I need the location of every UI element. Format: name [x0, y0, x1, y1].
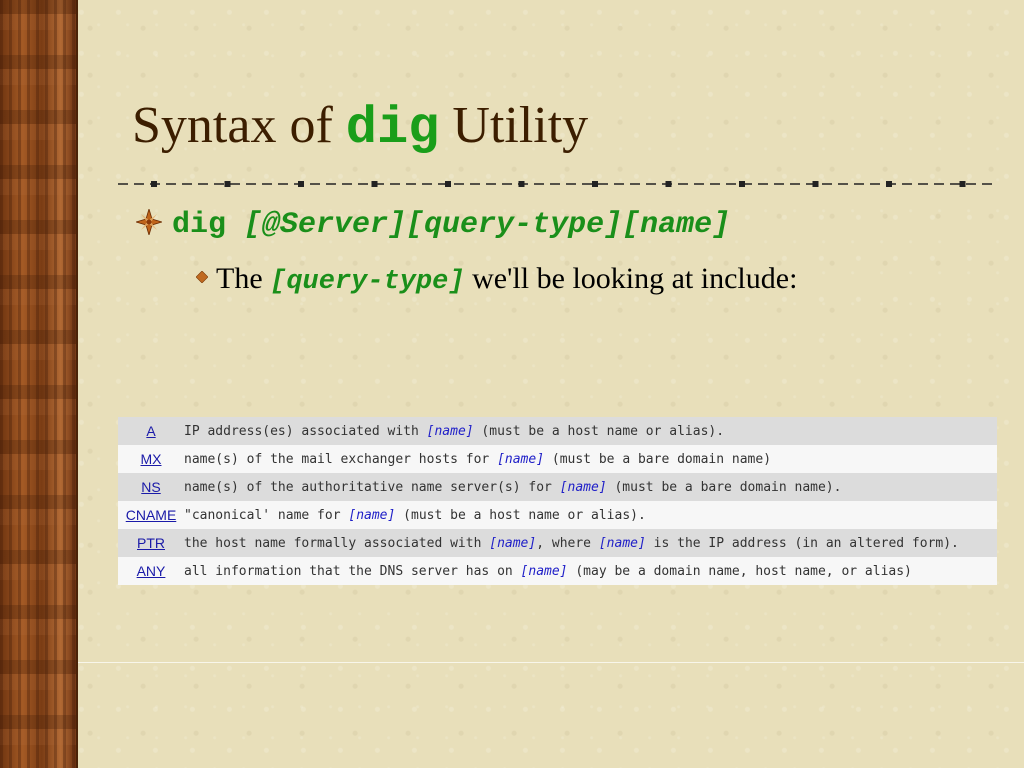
divider-marker	[665, 181, 672, 187]
query-type-link-ns[interactable]: NS	[141, 479, 160, 495]
diamond-bullet-icon	[196, 271, 208, 283]
name-reference: [name]	[497, 451, 545, 467]
description-text: IP address(es) associated with	[184, 423, 427, 439]
title-divider	[118, 181, 994, 187]
query-type-link-ptr[interactable]: PTR	[137, 535, 165, 551]
divider-marker	[592, 181, 598, 187]
description-text: (must be a bare domain name).	[606, 479, 842, 495]
divider-marker	[445, 181, 451, 187]
query-type-link-any[interactable]: ANY	[137, 563, 166, 579]
bullet-query-type: The [query-type] we'll be looking at inc…	[196, 262, 797, 297]
query-type-code: [query-type]	[270, 267, 465, 297]
query-type-link-mx[interactable]: MX	[141, 451, 162, 467]
description-text: , where	[536, 535, 599, 551]
divider-marker	[812, 181, 819, 187]
query-types-table: A IP address(es) associated with [name] (…	[118, 417, 997, 585]
title-prefix: Syntax of	[132, 97, 346, 154]
footer-divider	[78, 662, 1024, 663]
description-cell: the host name formally associated with […	[184, 529, 997, 557]
name-reference: [name]	[348, 507, 396, 523]
description-text: (must be a host name or alias).	[473, 423, 725, 439]
divider-marker	[371, 181, 378, 187]
table-row: MX name(s) of the mail exchanger hosts fo…	[118, 445, 997, 473]
wood-border	[0, 0, 78, 768]
divider-marker	[886, 181, 892, 187]
bullet2-suffix: we'll be looking at include:	[464, 262, 798, 295]
description-cell: "canonical' name for [name] (must be a h…	[184, 501, 997, 529]
description-cell: IP address(es) associated with [name] (m…	[184, 417, 997, 445]
table-row: PTR the host name formally associated wit…	[118, 529, 997, 557]
description-text: is the IP address (in an altered form).	[645, 535, 959, 551]
description-text: name(s) of the mail exchanger hosts for	[184, 451, 498, 467]
table-row: CNAME "canonical' name for [name] (must b…	[118, 501, 997, 529]
dig-command: dig	[172, 208, 227, 242]
description-text: (may be a domain name, host name, or ali…	[567, 563, 912, 579]
description-text: name(s) of the authoritative name server…	[184, 479, 560, 495]
title-code: dig	[345, 99, 440, 158]
description-text: the host name formally associated with	[184, 535, 490, 551]
divider-marker	[224, 181, 231, 187]
table-row: NS name(s) of the authoritative name serv…	[118, 473, 997, 501]
name-reference: [name]	[489, 535, 537, 551]
query-type-cell: CNAME	[118, 501, 184, 529]
divider-marker	[151, 181, 157, 187]
description-text: all information that the DNS server has …	[184, 563, 521, 579]
query-type-cell: MX	[118, 445, 184, 473]
table-row: ANY all information that the DNS server h…	[118, 557, 997, 585]
description-text: (must be a bare domain name)	[544, 451, 772, 467]
dig-arguments: [@Server][query-type][name]	[226, 208, 731, 242]
bullet-dig-syntax: dig [@Server][query-type][name]	[136, 208, 730, 242]
query-type-cell: A	[118, 417, 184, 445]
query-type-link-a[interactable]: A	[146, 423, 155, 439]
title-suffix: Utility	[439, 97, 589, 154]
divider-marker	[298, 181, 304, 187]
table-row: A IP address(es) associated with [name] (…	[118, 417, 997, 445]
query-type-cell: ANY	[118, 557, 184, 585]
name-reference: [name]	[559, 479, 607, 495]
query-type-link-cname[interactable]: CNAME	[126, 507, 177, 523]
name-reference: [name]	[598, 535, 646, 551]
name-reference: [name]	[426, 423, 474, 439]
divider-marker	[959, 181, 966, 187]
compass-star-icon	[136, 209, 162, 235]
description-text: (must be a host name or alias).	[395, 507, 646, 523]
query-type-cell: PTR	[118, 529, 184, 557]
description-cell: name(s) of the authoritative name server…	[184, 473, 997, 501]
description-text: "canonical' name for	[184, 507, 349, 523]
description-cell: all information that the DNS server has …	[184, 557, 997, 585]
divider-marker	[518, 181, 525, 187]
bullet2-prefix: The	[216, 262, 271, 295]
slide-title: Syntax of dig Utility	[132, 96, 588, 158]
divider-marker	[739, 181, 745, 187]
name-reference: [name]	[520, 563, 568, 579]
description-cell: name(s) of the mail exchanger hosts for …	[184, 445, 997, 473]
query-type-cell: NS	[118, 473, 184, 501]
